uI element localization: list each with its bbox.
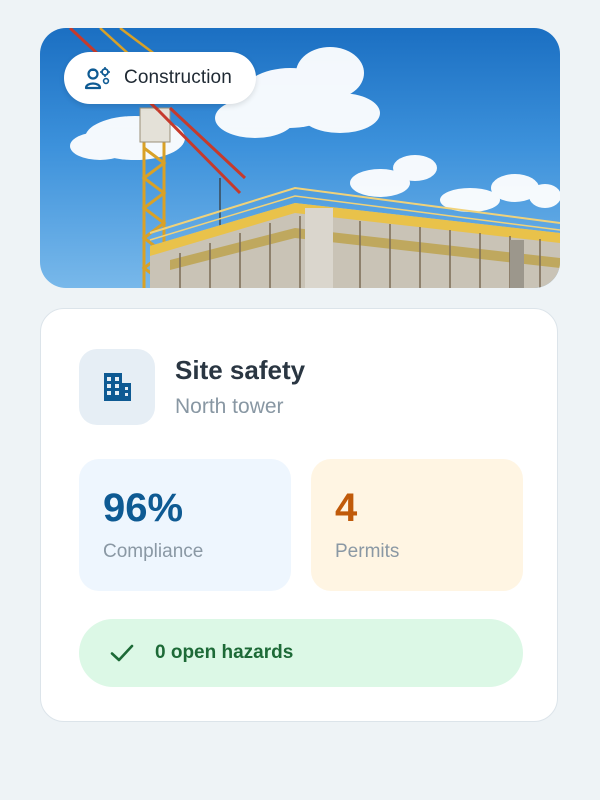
compliance-label: Compliance [103,541,204,562]
hero-image-card: Construction [40,28,560,288]
permits-label: Permits [335,541,400,562]
permits-stat[interactable]: 4 Permits [311,459,523,591]
site-title: Site safety [175,355,306,385]
compliance-stat[interactable]: 96% Compliance [79,459,291,591]
category-label: Construction [124,67,232,88]
check-icon [109,640,135,666]
hazards-text: 0 open hazards [155,642,294,663]
hazards-status-pill[interactable]: 0 open hazards [79,619,523,687]
worker-gears-icon [82,63,112,93]
compliance-value: 96% [103,486,184,530]
category-chip[interactable]: Construction [64,52,256,104]
card-header: Site safety North tower [79,349,305,425]
permits-value: 4 [335,486,358,530]
stats-row: 96% Compliance 4 Permits [79,459,523,591]
building-icon [79,349,155,425]
site-safety-card: Site safety North tower 96% Compliance 4… [40,308,558,722]
site-subtitle: North tower [175,395,284,418]
